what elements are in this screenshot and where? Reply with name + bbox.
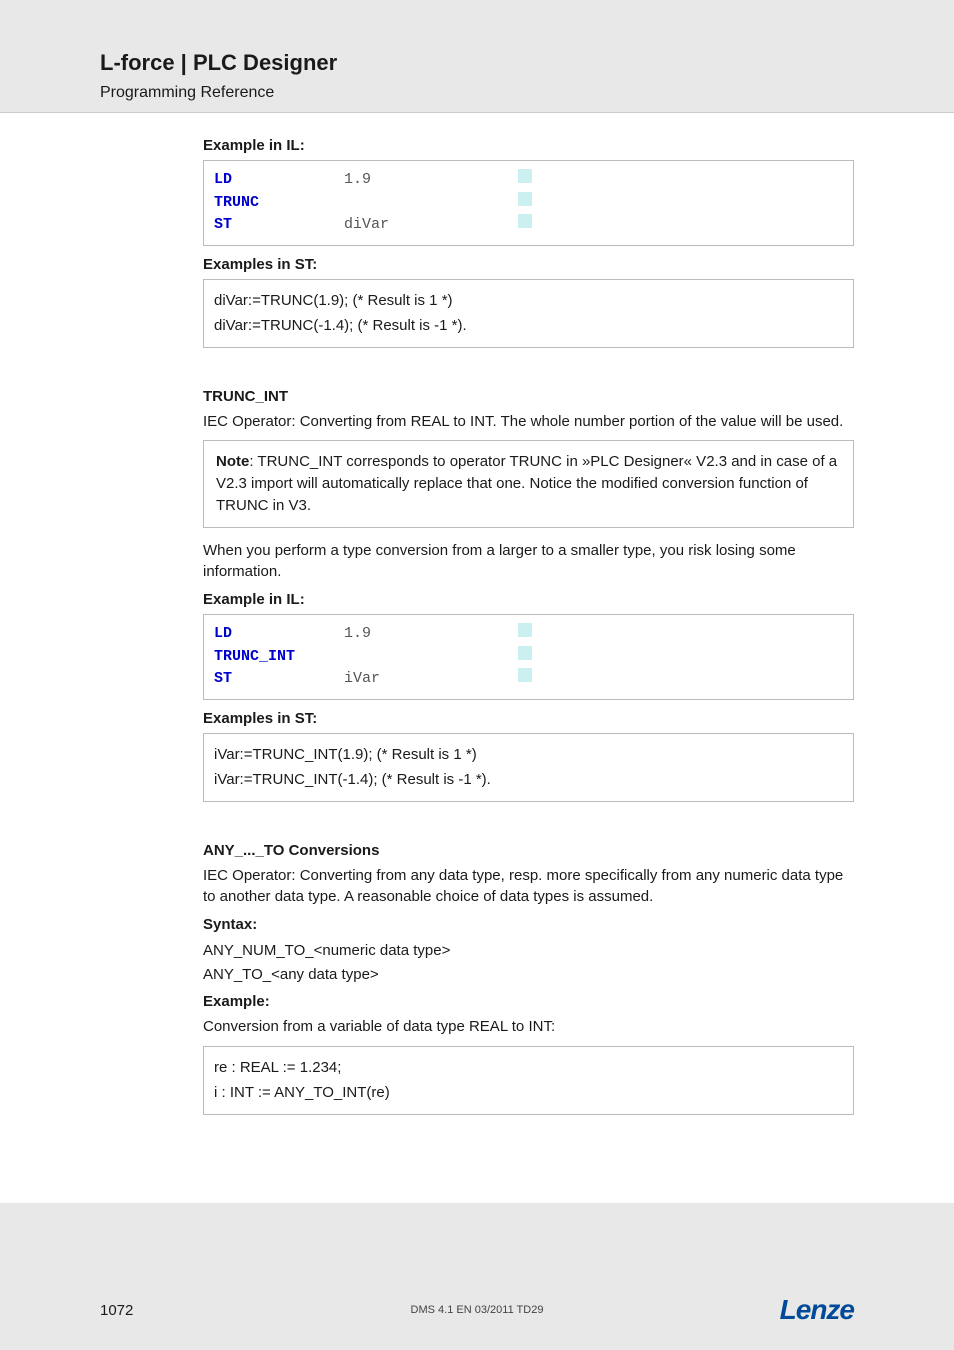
il-marker-icon [518,169,532,183]
doc-subtitle: Programming Reference [100,84,954,102]
example-il-label-2: Example in IL: [203,591,854,608]
footer-doc-id: DMS 4.1 EN 03/2011 TD29 [411,1304,544,1316]
il-value: diVar [344,214,512,237]
il-row: TRUNC_INT [214,646,843,669]
il-marker-icon [518,214,532,228]
examples-st-label-2: Examples in ST: [203,710,854,727]
il-keyword: TRUNC [214,192,344,215]
il-row: ST iVar [214,668,843,691]
trunc-int-warning: When you perform a type conversion from … [203,540,854,584]
il-row: TRUNC [214,192,843,215]
il-row: LD 1.9 [214,623,843,646]
code-line: i : INT := ANY_TO_INT(re) [214,1080,843,1106]
il-value: iVar [344,668,512,691]
page-header: L-force | PLC Designer Programming Refer… [0,0,954,113]
st-line: iVar:=TRUNC_INT(-1.4); (* Result is -1 *… [214,767,843,793]
example-code-block: re : REAL := 1.234; i : INT := ANY_TO_IN… [203,1046,854,1115]
il-value: 1.9 [344,169,512,192]
il-row: ST diVar [214,214,843,237]
example-desc: Conversion from a variable of data type … [203,1016,854,1038]
il-marker-icon [518,668,532,682]
il-marker-icon [518,623,532,637]
note-text: : TRUNC_INT corresponds to operator TRUN… [216,453,837,514]
il-keyword: ST [214,214,344,237]
il-keyword: ST [214,668,344,691]
il-row: LD 1.9 [214,169,843,192]
il-value [344,192,512,215]
il-keyword: LD [214,623,344,646]
il-value: 1.9 [344,623,512,646]
product-title: L-force | PLC Designer [100,50,954,76]
any-to-heading: ANY_..._TO Conversions [203,842,854,859]
il-code-block-1: LD 1.9 TRUNC ST diVar [203,160,854,246]
any-to-desc: IEC Operator: Converting from any data t… [203,865,854,909]
il-value [344,646,512,669]
st-line: diVar:=TRUNC(-1.4); (* Result is -1 *). [214,313,843,339]
il-marker-icon [518,192,532,206]
code-line: re : REAL := 1.234; [214,1055,843,1081]
st-code-block-2: iVar:=TRUNC_INT(1.9); (* Result is 1 *) … [203,733,854,802]
syntax-line: ANY_TO_<any data type> [203,963,854,987]
example-label: Example: [203,993,854,1010]
il-keyword: LD [214,169,344,192]
syntax-label: Syntax: [203,916,854,933]
il-marker-icon [518,646,532,660]
trunc-int-heading: TRUNC_INT [203,388,854,405]
note-label: Note [216,453,249,470]
il-code-block-2: LD 1.9 TRUNC_INT ST iVar [203,614,854,700]
page-content: Example in IL: LD 1.9 TRUNC ST diVar Exa… [0,113,954,1203]
note-block: Note: TRUNC_INT corresponds to operator … [203,440,854,527]
page-number: 1072 [100,1302,133,1319]
st-line: iVar:=TRUNC_INT(1.9); (* Result is 1 *) [214,742,843,768]
st-line: diVar:=TRUNC(1.9); (* Result is 1 *) [214,288,843,314]
examples-st-label-1: Examples in ST: [203,256,854,273]
st-code-block-1: diVar:=TRUNC(1.9); (* Result is 1 *) diV… [203,279,854,348]
lenze-logo: Lenze [780,1294,854,1326]
example-il-label-1: Example in IL: [203,137,854,154]
page-footer: 1072 DMS 4.1 EN 03/2011 TD29 Lenze [0,1270,954,1350]
trunc-int-desc: IEC Operator: Converting from REAL to IN… [203,411,854,433]
syntax-line: ANY_NUM_TO_<numeric data type> [203,939,854,963]
il-keyword: TRUNC_INT [214,646,344,669]
